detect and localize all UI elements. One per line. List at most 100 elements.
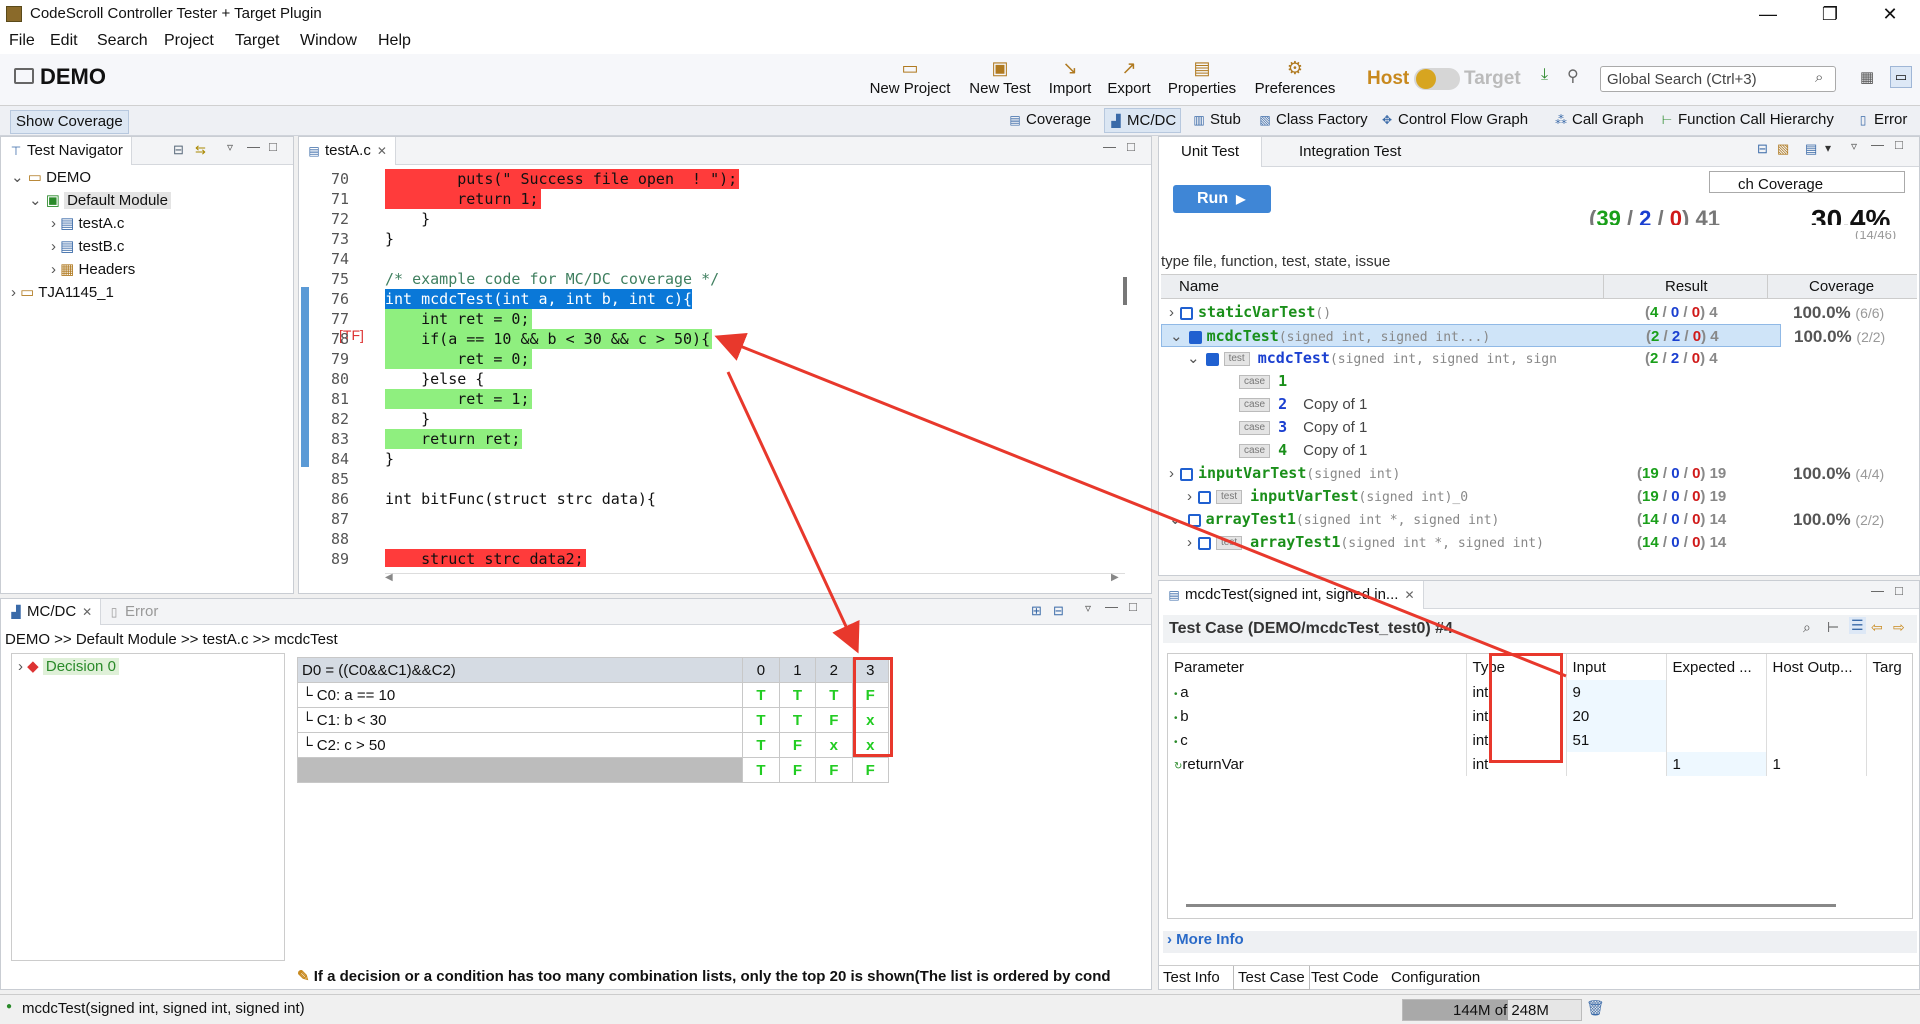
condition-row[interactable]: └ C1: b < 30 T T Fx <box>296 707 890 733</box>
tab-test-case[interactable]: Test Case <box>1233 966 1310 990</box>
param-expected[interactable] <box>1666 680 1767 704</box>
tree-item-decision-0[interactable]: › ◆ Decision 0 <box>18 656 119 678</box>
checkbox[interactable] <box>1180 467 1193 481</box>
link-editor-icon[interactable]: ⇆ <box>195 142 206 158</box>
col-coverage[interactable]: Coverage <box>1809 278 1874 295</box>
minimize-button[interactable]: — <box>1748 2 1788 26</box>
tab-coverage[interactable]: ▤ Coverage <box>1008 111 1091 128</box>
tab-testa-c[interactable]: ▤ testA.c ✕ <box>299 137 396 165</box>
view-menu-icon[interactable]: ▿ <box>1085 601 1091 615</box>
minimize-view-icon[interactable]: — <box>1871 137 1884 152</box>
test-row-input-var-test-test[interactable]: › test inputVarTest(signed int)_0 (19 / 0 /… <box>1161 485 1781 508</box>
param-expected[interactable]: 1 <box>1666 752 1767 776</box>
tab-control-flow-graph[interactable]: ✥ Control Flow Graph <box>1380 111 1528 128</box>
import-button[interactable]: ↘ Import <box>1042 58 1098 97</box>
col-host-output[interactable]: Host Outp... <box>1766 654 1867 680</box>
tab-integration-test[interactable]: Integration Test <box>1299 143 1401 160</box>
checkbox-checked[interactable] <box>1205 352 1219 366</box>
test-row-input-var-test[interactable]: › inputVarTest(signed int) (19 / 0 / 0) 19… <box>1161 462 1884 485</box>
tab-error-view[interactable]: ▯ Error <box>107 603 159 620</box>
col-expected[interactable]: Expected ... <box>1666 654 1767 680</box>
tab-configuration[interactable]: Configuration <box>1391 969 1480 986</box>
perspective-icon[interactable]: ▭ <box>1890 66 1912 88</box>
maximize-view-icon[interactable]: □ <box>1129 599 1137 614</box>
case-row[interactable]: case 4 Copy of 1 <box>1161 439 1781 462</box>
table-scrollbar[interactable] <box>1186 904 1836 907</box>
minimize-view-icon[interactable]: — <box>1105 599 1118 614</box>
collapse-all-icon[interactable]: ⊟ <box>1053 603 1064 619</box>
case-row[interactable]: case 1 <box>1161 370 1781 393</box>
tree-item-testa[interactable]: › ▤ testA.c <box>51 213 124 235</box>
vertical-scrollbar[interactable] <box>1123 277 1127 305</box>
menu-target[interactable]: Target <box>235 32 279 50</box>
new-project-button[interactable]: ▭ New Project <box>864 58 956 97</box>
maximize-view-icon[interactable]: □ <box>1127 139 1135 154</box>
export-button[interactable]: ↗ Export <box>1102 58 1156 97</box>
new-item-icon[interactable]: ▤ <box>1805 141 1817 157</box>
tab-test-info[interactable]: Test Info <box>1163 969 1220 986</box>
test-row-mcdc-test-test[interactable]: ⌄ test mcdcTest(signed int, signed int, si… <box>1161 347 1781 370</box>
horizontal-scrollbar[interactable]: ◀ ▶ <box>385 572 1125 585</box>
global-search-input[interactable]: Global Search (Ctrl+3) ⌕ <box>1600 66 1836 92</box>
minimize-view-icon[interactable]: — <box>1103 139 1116 154</box>
tab-mcdc[interactable]: ▟ MC/DC <box>1104 108 1182 133</box>
tab-mcdc-test-case[interactable]: ▤ mcdcTest(signed int, signed in... ✕ <box>1159 581 1424 609</box>
close-button[interactable]: ✕ <box>1870 2 1910 26</box>
close-tab-icon[interactable]: ✕ <box>377 144 387 158</box>
param-input[interactable]: 9 <box>1566 680 1667 704</box>
tree-item-testb[interactable]: › ▤ testB.c <box>51 236 124 258</box>
expand-all-icon[interactable]: ⊞ <box>1031 603 1042 619</box>
condition-row[interactable]: └ C0: a == 10 T T T F <box>296 682 890 708</box>
tab-call-graph[interactable]: ⁂ Call Graph <box>1554 111 1644 128</box>
close-tab-icon[interactable]: ✕ <box>82 605 92 619</box>
filter-icon[interactable]: ⚲ <box>1567 66 1579 86</box>
tree-item-default-module[interactable]: ⌄ ▣ Default Module <box>29 190 171 212</box>
open-perspective-icon[interactable]: ▦ <box>1860 68 1874 86</box>
col-result[interactable]: Result <box>1665 278 1708 295</box>
param-input[interactable] <box>1566 752 1667 776</box>
maximize-view-icon[interactable]: □ <box>269 139 277 154</box>
condition-row[interactable]: └ C2: c > 50 T Fx x <box>296 732 890 758</box>
view-menu-icon[interactable]: ▿ <box>1851 139 1857 153</box>
scroll-right-icon[interactable]: ▶ <box>1111 572 1119 583</box>
tree-item-demo[interactable]: ⌄ ▭ DEMO <box>11 167 91 189</box>
scroll-left-icon[interactable]: ◀ <box>385 572 393 583</box>
col-target[interactable]: Targ <box>1866 654 1912 680</box>
test-row-mcdc-test[interactable]: ⌄ mcdcTest(signed int, signed int...) (2 /… <box>1161 324 1885 347</box>
export-report-icon[interactable]: ▧ <box>1777 141 1789 157</box>
back-icon[interactable]: ⇦ <box>1871 619 1883 636</box>
coverage-type-select[interactable]: ch Coverage <box>1709 171 1905 193</box>
view-menu-icon[interactable]: ▿ <box>227 140 233 154</box>
col-name[interactable]: Name <box>1179 278 1219 295</box>
test-row-array-test1-test[interactable]: › test arrayTest1(signed int *, signed int… <box>1161 531 1781 554</box>
checkbox[interactable] <box>1180 306 1193 320</box>
menu-window[interactable]: Window <box>300 32 357 50</box>
run-button[interactable]: Run ▶ <box>1173 185 1271 213</box>
test-filter-input[interactable]: type file, function, test, state, issue ⌄ <box>1161 253 1917 275</box>
case-row[interactable]: case 2 Copy of 1 <box>1161 393 1781 416</box>
tab-test-code[interactable]: Test Code <box>1311 969 1379 986</box>
param-input[interactable]: 20 <box>1566 704 1667 728</box>
test-row-static-var-test[interactable]: › staticVarTest() (4 / 0 / 0) 4 100.0% (6/6… <box>1161 301 1884 324</box>
dropdown-icon[interactable]: ▾ <box>1825 141 1831 155</box>
minimize-view-icon[interactable]: — <box>1871 583 1884 598</box>
maximize-button[interactable]: ❐ <box>1810 2 1850 26</box>
close-tab-icon[interactable]: ✕ <box>1404 588 1414 602</box>
code-area[interactable]: 70 puts(" Success file open ! "); 71 retu… <box>299 169 1117 567</box>
new-test-button[interactable]: ▣ New Test <box>964 58 1036 97</box>
show-coverage-button[interactable]: Show Coverage <box>10 110 129 134</box>
checkbox[interactable] <box>1198 490 1211 504</box>
maximize-view-icon[interactable]: □ <box>1895 137 1903 152</box>
tab-mcdc-view[interactable]: ▟ MC/DC ✕ <box>1 599 102 625</box>
garbage-collect-icon[interactable]: 🗑 <box>1586 999 1605 1017</box>
checkbox[interactable] <box>1198 536 1211 550</box>
tab-test-navigator[interactable]: ⊤ Test Navigator <box>1 137 132 165</box>
more-info-section[interactable]: › More Info <box>1163 931 1917 953</box>
tree-icon[interactable]: ⊢ <box>1827 619 1839 636</box>
menu-edit[interactable]: Edit <box>50 32 78 50</box>
checkbox-checked[interactable] <box>1188 330 1202 344</box>
param-expected[interactable] <box>1666 728 1767 752</box>
download-icon[interactable]: ⤓ <box>1541 66 1548 84</box>
checkbox[interactable] <box>1187 513 1201 527</box>
menu-help[interactable]: Help <box>378 32 411 50</box>
